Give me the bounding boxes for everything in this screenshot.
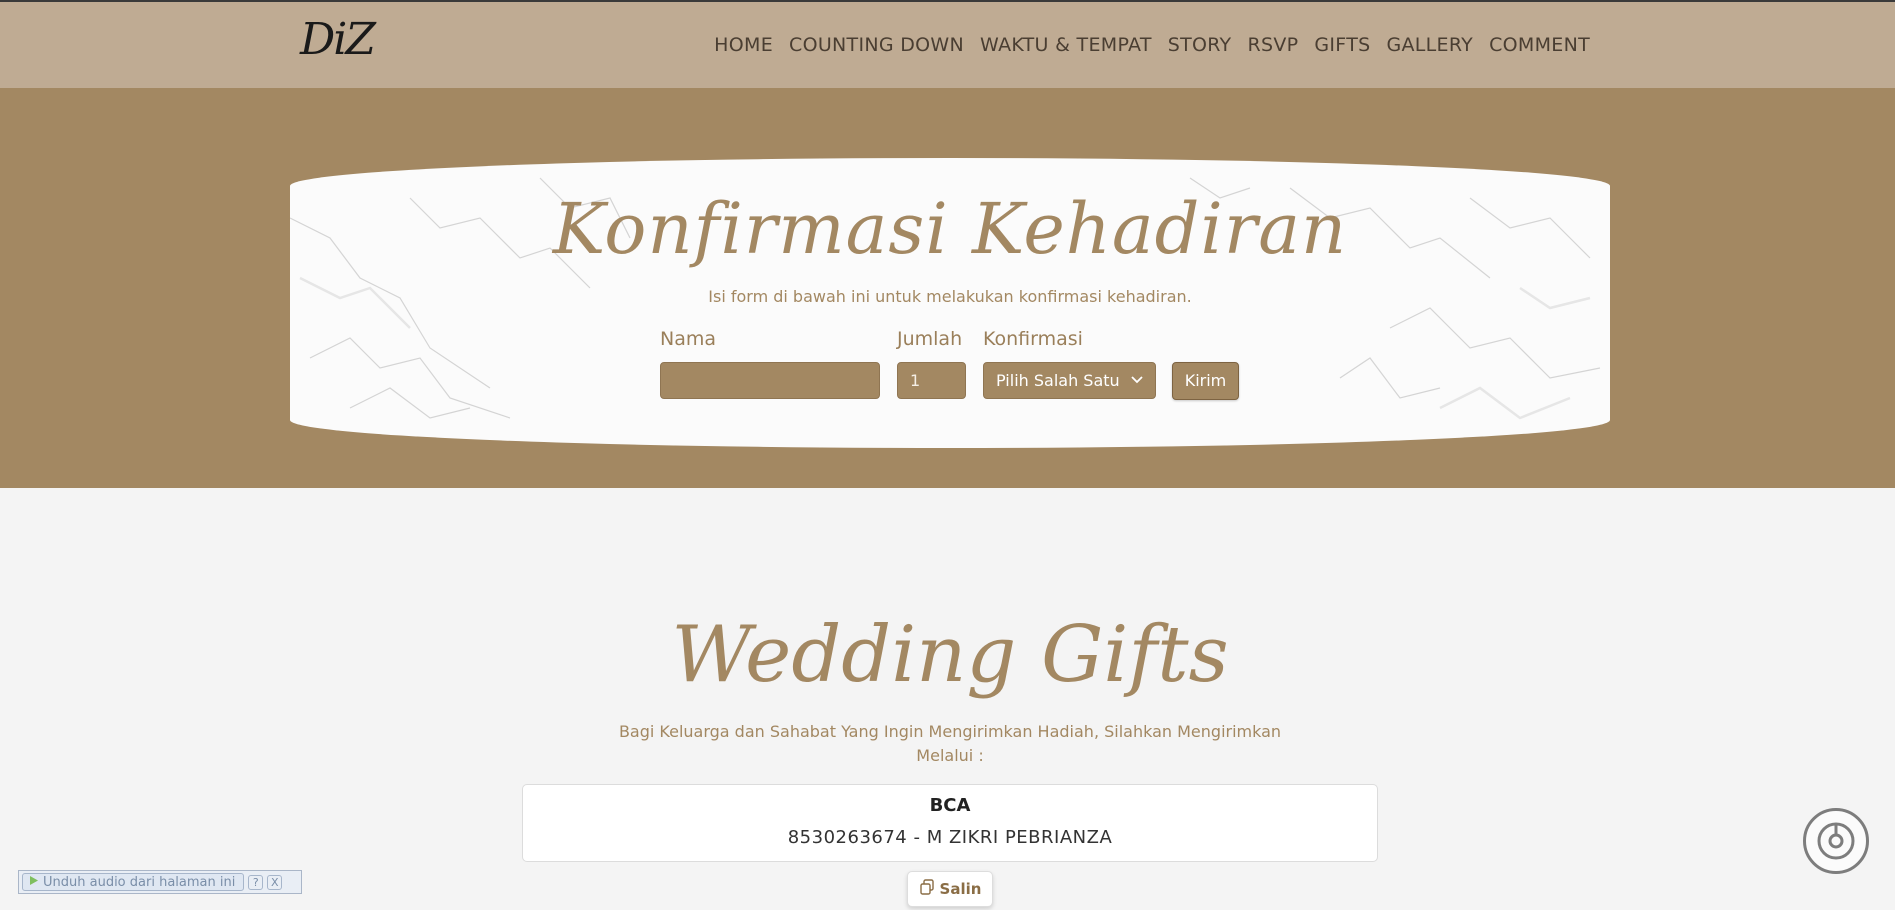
audio-download-button[interactable]: Unduh audio dari halaman ini <box>22 873 245 891</box>
jumlah-input[interactable]: 1 <box>897 362 966 399</box>
konfirmasi-label: Konfirmasi <box>983 328 1083 350</box>
salin-label: Salin <box>939 880 982 898</box>
jumlah-label: Jumlah <box>897 328 963 350</box>
konfirmasi-selected-value: Pilih Salah Satu <box>996 371 1120 390</box>
music-toggle-button[interactable] <box>1803 808 1869 874</box>
rsvp-title: Konfirmasi Kehadiran <box>552 188 1348 270</box>
navbar: DiZ HOME COUNTING DOWN WAKTU & TEMPAT ST… <box>0 2 1895 88</box>
nama-input[interactable] <box>660 362 880 399</box>
konfirmasi-select[interactable]: Pilih Salah Satu <box>983 362 1156 399</box>
nama-label: Nama <box>660 328 717 350</box>
nav-item-counting-down[interactable]: COUNTING DOWN <box>789 34 964 56</box>
site-logo[interactable]: DiZ <box>300 14 376 65</box>
rsvp-section: Konfirmasi Kehadiran Isi form di bawah i… <box>0 88 1895 488</box>
salin-button[interactable]: Salin <box>907 871 993 907</box>
kirim-button[interactable]: Kirim <box>1172 362 1239 400</box>
bank-card: BCA 8530263674 - M ZIKRI PEBRIANZA <box>522 784 1378 862</box>
chevron-down-icon <box>1131 363 1143 398</box>
nav-item-home[interactable]: HOME <box>714 34 773 56</box>
bank-name: BCA <box>929 795 971 816</box>
account-separator: - <box>907 827 927 848</box>
nav-item-gallery[interactable]: GALLERY <box>1386 34 1473 56</box>
audio-close-button[interactable]: X <box>267 874 283 890</box>
audio-help-button[interactable]: ? <box>248 874 264 890</box>
nav-item-waktu-tempat[interactable]: WAKTU & TEMPAT <box>980 34 1152 56</box>
nav-item-comment[interactable]: COMMENT <box>1489 34 1590 56</box>
copy-icon <box>919 879 935 899</box>
nav-item-gifts[interactable]: GIFTS <box>1314 34 1370 56</box>
bank-account-line: 8530263674 - M ZIKRI PEBRIANZA <box>523 827 1377 848</box>
account-holder: M ZIKRI PEBRIANZA <box>926 827 1113 848</box>
nav-item-story[interactable]: STORY <box>1168 34 1232 56</box>
gifts-subtitle: Bagi Keluarga dan Sahabat Yang Ingin Men… <box>618 722 1282 765</box>
music-toggle-icon <box>1817 822 1855 860</box>
nav-item-rsvp[interactable]: RSVP <box>1247 34 1298 56</box>
gifts-title: Wedding Gifts <box>671 610 1229 700</box>
audio-download-bar: Unduh audio dari halaman ini ? X <box>18 870 302 894</box>
main-nav: HOME COUNTING DOWN WAKTU & TEMPAT STORY … <box>714 34 1590 56</box>
audio-download-label: Unduh audio dari halaman ini <box>43 874 236 890</box>
play-icon <box>29 875 39 890</box>
rsvp-subtitle: Isi form di bawah ini untuk melakukan ko… <box>708 287 1192 306</box>
account-number: 8530263674 <box>787 827 908 848</box>
